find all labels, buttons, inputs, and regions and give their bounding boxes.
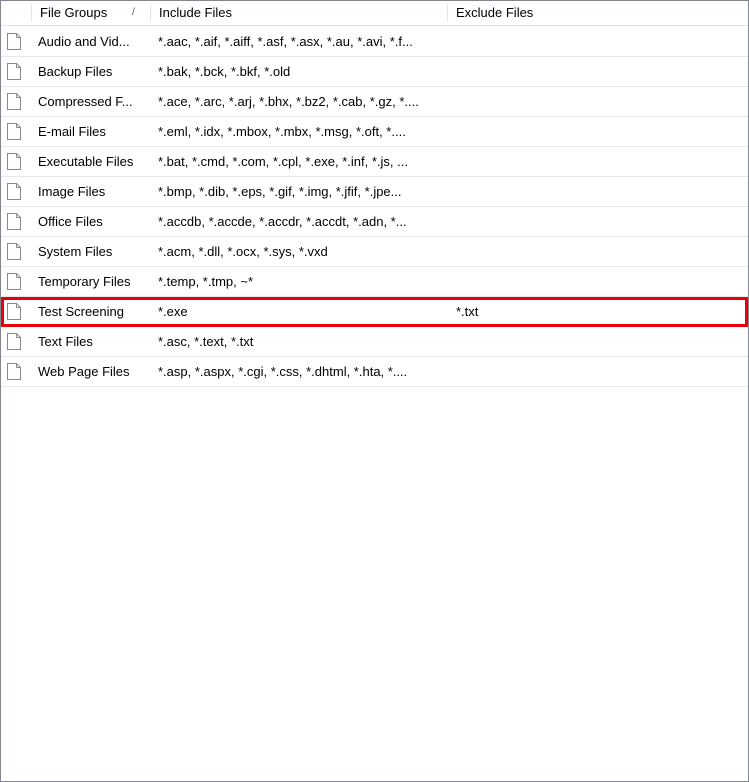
file-group-name: Compressed F...	[38, 94, 133, 109]
document-icon	[7, 153, 21, 170]
table-row[interactable]: Backup Files *.bak, *.bck, *.bkf, *.old	[1, 57, 748, 87]
table-row[interactable]: E-mail Files *.eml, *.idx, *.mbox, *.mbx,…	[1, 117, 748, 147]
file-group-name: Temporary Files	[38, 274, 131, 289]
include-files-cell: *.asc, *.text, *.txt	[158, 334, 254, 349]
include-files-cell: *.bak, *.bck, *.bkf, *.old	[158, 64, 291, 79]
column-header-label: Exclude Files	[456, 5, 534, 20]
column-header-label: File Groups	[40, 5, 108, 20]
file-group-name: Text Files	[38, 334, 93, 349]
column-header-exclude-files[interactable]: Exclude Files	[448, 1, 746, 25]
document-icon	[7, 363, 21, 380]
document-icon	[7, 303, 21, 320]
file-group-name: Audio and Vid...	[38, 34, 130, 49]
file-group-name: Executable Files	[38, 154, 134, 169]
exclude-files-cell	[456, 207, 746, 237]
include-files-cell: *.exe	[158, 304, 188, 319]
column-header-label: Include Files	[159, 5, 232, 20]
document-icon	[7, 243, 21, 260]
table-row[interactable]: Test Screening *.exe *.txt	[1, 297, 748, 327]
include-files-cell: *.eml, *.idx, *.mbox, *.mbx, *.msg, *.of…	[158, 124, 406, 139]
column-header-include-files[interactable]: Include Files	[151, 1, 447, 25]
file-groups-list: File Groups / Include Files Exclude File…	[0, 0, 749, 782]
file-group-name: Web Page Files	[38, 364, 130, 379]
document-icon	[7, 213, 21, 230]
document-icon	[7, 93, 21, 110]
file-group-name: E-mail Files	[38, 124, 106, 139]
include-files-cell: *.accdb, *.accde, *.accdr, *.accdt, *.ad…	[158, 214, 407, 229]
include-files-cell: *.bat, *.cmd, *.com, *.cpl, *.exe, *.inf…	[158, 154, 408, 169]
include-files-cell: *.aac, *.aif, *.aiff, *.asf, *.asx, *.au…	[158, 34, 413, 49]
table-row[interactable]: Office Files *.accdb, *.accde, *.accdr, *…	[1, 207, 748, 237]
exclude-files-cell	[456, 87, 746, 117]
file-group-name: Office Files	[38, 214, 103, 229]
include-files-cell: *.asp, *.aspx, *.cgi, *.css, *.dhtml, *.…	[158, 364, 408, 379]
document-icon	[7, 123, 21, 140]
file-group-rows: Audio and Vid... *.aac, *.aif, *.aiff, *.…	[1, 27, 748, 387]
include-files-cell: *.temp, *.tmp, ~*	[158, 274, 254, 289]
table-row[interactable]: System Files *.acm, *.dll, *.ocx, *.sys, …	[1, 237, 748, 267]
document-icon	[7, 63, 21, 80]
document-icon	[7, 33, 21, 50]
file-group-name: Test Screening	[38, 304, 124, 319]
exclude-files-cell	[456, 237, 746, 267]
document-icon	[7, 333, 21, 350]
exclude-files-cell	[456, 267, 746, 297]
exclude-files-cell	[456, 147, 746, 177]
table-row[interactable]: Text Files *.asc, *.text, *.txt	[1, 327, 748, 357]
exclude-files-cell: *.txt	[456, 304, 479, 319]
sort-indicator-icon: /	[132, 7, 135, 18]
table-row[interactable]: Temporary Files *.temp, *.tmp, ~*	[1, 267, 748, 297]
include-files-cell: *.ace, *.arc, *.arj, *.bhx, *.bz2, *.cab…	[158, 94, 419, 109]
table-row[interactable]: Image Files *.bmp, *.dib, *.eps, *.gif, *…	[1, 177, 748, 207]
file-group-name: Backup Files	[38, 64, 113, 79]
exclude-files-cell	[456, 27, 746, 57]
table-row[interactable]: Compressed F... *.ace, *.arc, *.arj, *.bh…	[1, 87, 748, 117]
document-icon	[7, 273, 21, 290]
exclude-files-cell	[456, 357, 746, 387]
column-header-bar: File Groups / Include Files Exclude File…	[1, 1, 748, 26]
exclude-files-cell	[456, 117, 746, 147]
exclude-files-cell	[456, 177, 746, 207]
include-files-cell: *.acm, *.dll, *.ocx, *.sys, *.vxd	[158, 244, 328, 259]
exclude-files-cell	[456, 57, 746, 87]
include-files-cell: *.bmp, *.dib, *.eps, *.gif, *.img, *.jfi…	[158, 184, 402, 199]
table-row[interactable]: Audio and Vid... *.aac, *.aif, *.aiff, *.…	[1, 27, 748, 57]
exclude-files-cell	[456, 327, 746, 357]
file-group-name: Image Files	[38, 184, 106, 199]
table-row[interactable]: Web Page Files *.asp, *.aspx, *.cgi, *.cs…	[1, 357, 748, 387]
file-group-name: System Files	[38, 244, 113, 259]
document-icon	[7, 183, 21, 200]
table-row[interactable]: Executable Files *.bat, *.cmd, *.com, *.c…	[1, 147, 748, 177]
